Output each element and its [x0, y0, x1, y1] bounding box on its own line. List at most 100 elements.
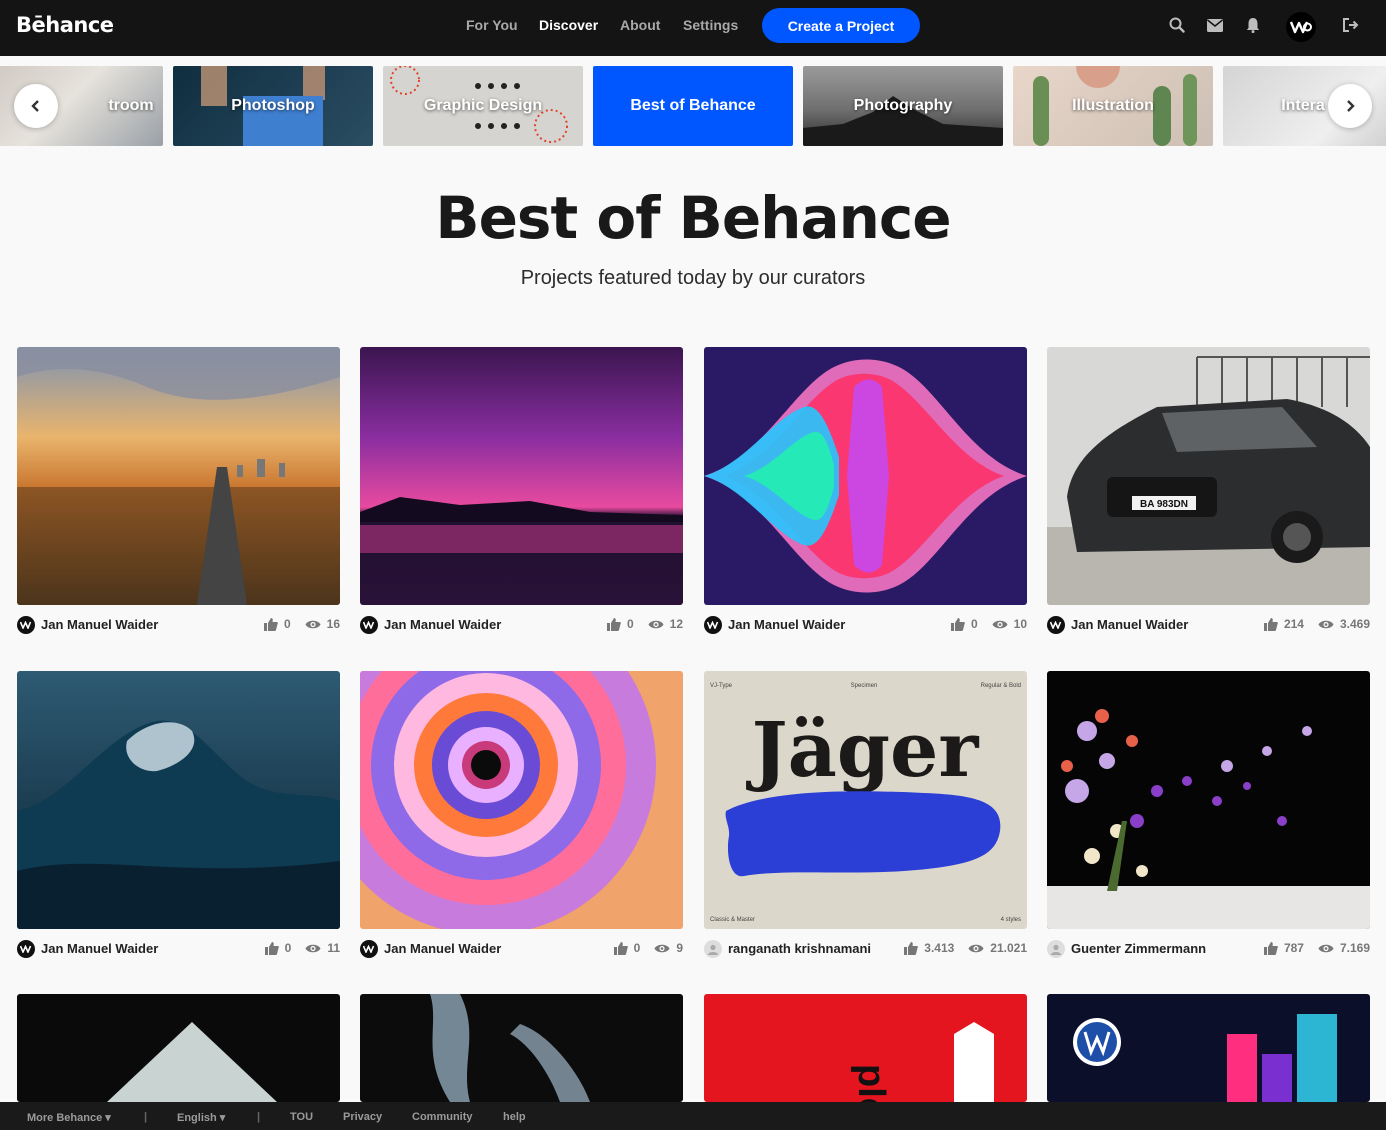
- footer-help[interactable]: help: [503, 1111, 526, 1123]
- owner-name[interactable]: Guenter Zimmermann: [1071, 941, 1206, 956]
- thumbs-up-icon: [263, 617, 278, 631]
- search-icon[interactable]: [1166, 14, 1188, 36]
- footer-language[interactable]: English ▾: [177, 1111, 225, 1124]
- nav-about[interactable]: About: [620, 17, 660, 33]
- project-thumbnail[interactable]: VJ-Type Specimen Regular & Bold Jäger Cl…: [704, 671, 1027, 929]
- project-card: Jan Manuel Waider 0 12: [360, 347, 683, 635]
- category-tile-best-of-behance[interactable]: Best of Behance: [593, 66, 793, 146]
- project-card: [1047, 994, 1370, 1102]
- sign-out-icon[interactable]: [1340, 14, 1362, 36]
- project-thumbnail[interactable]: [17, 994, 340, 1102]
- owner-avatar[interactable]: [704, 616, 722, 634]
- category-tile-photography[interactable]: Photography: [803, 66, 1003, 146]
- project-thumbnail[interactable]: [1047, 994, 1370, 1102]
- view-count: 21.021: [990, 941, 1027, 955]
- view-count: 7.169: [1339, 941, 1370, 955]
- project-thumbnail[interactable]: [1047, 671, 1370, 929]
- view-count: 11: [327, 941, 340, 955]
- appreciation-count: 0: [970, 617, 978, 631]
- project-card: Jan Manuel Waider 0 9: [360, 671, 683, 959]
- category-tile-photoshop[interactable]: Photoshop: [173, 66, 373, 146]
- owner-name[interactable]: Jan Manuel Waider: [41, 941, 158, 956]
- owner-name[interactable]: Jan Manuel Waider: [384, 617, 501, 632]
- owner-name[interactable]: Jan Manuel Waider: [384, 941, 501, 956]
- eye-icon: [654, 944, 670, 952]
- project-thumbnail[interactable]: [360, 994, 683, 1102]
- nav-for-you[interactable]: For You: [466, 17, 518, 33]
- project-card: [17, 994, 340, 1102]
- project-thumbnail[interactable]: [360, 671, 683, 929]
- category-tile-graphic-design[interactable]: Graphic Design: [383, 66, 583, 146]
- owner-avatar[interactable]: [704, 940, 722, 958]
- owner-avatar[interactable]: [17, 940, 35, 958]
- owner-avatar[interactable]: [1047, 616, 1065, 634]
- eye-icon: [992, 620, 1008, 628]
- project-thumbnail[interactable]: [17, 671, 340, 929]
- eye-icon: [305, 944, 321, 952]
- project-card: Guenter Zimmermann 787 7.169: [1047, 671, 1370, 959]
- eye-icon: [968, 944, 984, 952]
- appreciation-count: 214: [1283, 617, 1304, 631]
- thumbs-up-icon: [613, 941, 628, 955]
- project-thumbnail[interactable]: [17, 347, 340, 605]
- owner-name[interactable]: Jan Manuel Waider: [41, 617, 158, 632]
- project-card: Jan Manuel Waider 0 11: [17, 671, 340, 959]
- project-card: VJ-Type Specimen Regular & Bold Jäger Cl…: [704, 671, 1027, 959]
- owner-name[interactable]: Jan Manuel Waider: [1071, 617, 1188, 632]
- owner-avatar[interactable]: [360, 616, 378, 634]
- project-card: plex: [704, 994, 1027, 1102]
- footer-tou[interactable]: TOU: [290, 1111, 313, 1123]
- footer-divider: |: [257, 1111, 261, 1123]
- chevron-right-icon: [1347, 100, 1355, 112]
- eye-icon: [305, 620, 321, 628]
- eye-icon: [1318, 944, 1334, 952]
- jaeger-title: Jäger: [746, 705, 980, 794]
- category-tile-illustration[interactable]: Illustration: [1013, 66, 1213, 146]
- license-plate: BA 983DN: [1140, 499, 1188, 510]
- thumbs-up-icon: [1263, 941, 1278, 955]
- nav-settings[interactable]: Settings: [683, 17, 738, 33]
- chevron-left-icon: [31, 100, 39, 112]
- bell-icon[interactable]: [1242, 14, 1264, 36]
- project-thumbnail[interactable]: BA 983DN: [1047, 347, 1370, 605]
- owner-name[interactable]: ranganath krishnamani: [728, 941, 871, 956]
- appreciation-count: 0: [283, 617, 291, 631]
- mail-icon[interactable]: [1204, 14, 1226, 36]
- project-card: [360, 994, 683, 1102]
- view-count: 12: [669, 617, 683, 631]
- thumbs-up-icon: [950, 617, 965, 631]
- thumbs-up-icon: [904, 941, 919, 955]
- carousel-next-button[interactable]: [1328, 84, 1372, 128]
- owner-avatar[interactable]: [17, 616, 35, 634]
- page-subtitle: Projects featured today by our curators: [520, 267, 866, 289]
- top-navigation-bar: Bēhance For You Discover About Settings …: [0, 0, 1386, 56]
- specimen-label: Regular & Bold: [981, 683, 1021, 689]
- appreciation-count: 0: [626, 617, 634, 631]
- footer-privacy[interactable]: Privacy: [343, 1111, 382, 1123]
- view-count: 9: [676, 941, 683, 955]
- owner-name[interactable]: Jan Manuel Waider: [728, 617, 845, 632]
- specimen-label: Classic & Master: [710, 917, 755, 923]
- owner-avatar[interactable]: [360, 940, 378, 958]
- specimen-label: Specimen: [851, 683, 878, 689]
- thumbs-up-icon: [264, 941, 279, 955]
- nav-discover[interactable]: Discover: [539, 17, 598, 33]
- appreciation-count: 0: [284, 941, 292, 955]
- footer-divider: |: [144, 1111, 148, 1123]
- project-thumbnail[interactable]: [360, 347, 683, 605]
- specimen-label: VJ-Type: [710, 683, 733, 689]
- footer-community[interactable]: Community: [412, 1111, 473, 1123]
- project-card: Jan Manuel Waider 0 10: [704, 347, 1027, 635]
- avatar[interactable]: [1286, 12, 1316, 42]
- project-card: BA 983DN Jan Manuel Waider 214 3.469: [1047, 347, 1370, 635]
- footer-more-behance[interactable]: More Behance ▾: [27, 1111, 111, 1124]
- project-thumbnail[interactable]: [704, 347, 1027, 605]
- project-thumbnail[interactable]: plex: [704, 994, 1027, 1102]
- eye-icon: [1318, 620, 1334, 628]
- behance-logo[interactable]: Bēhance: [16, 13, 114, 37]
- create-project-button[interactable]: Create a Project: [762, 8, 920, 43]
- thumbs-up-icon: [1263, 617, 1278, 631]
- owner-avatar[interactable]: [1047, 940, 1065, 958]
- project-card: Jan Manuel Waider 0 16: [17, 347, 340, 635]
- carousel-prev-button[interactable]: [14, 84, 58, 128]
